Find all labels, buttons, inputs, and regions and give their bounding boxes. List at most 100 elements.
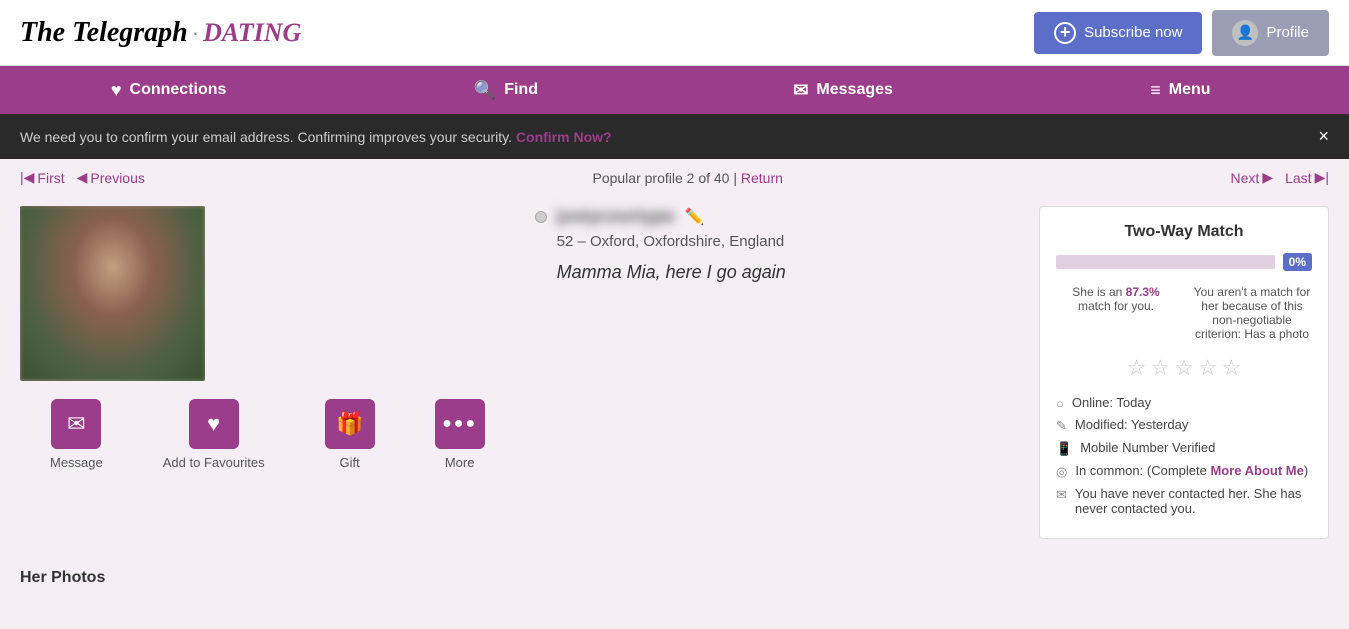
message-button[interactable]: ✉ Message — [20, 391, 133, 478]
close-notification-button[interactable]: × — [1318, 126, 1329, 147]
more-about-me-link[interactable]: More About Me — [1210, 463, 1303, 478]
first-button[interactable]: |◀ First — [20, 169, 65, 186]
match-progress-bar — [1056, 255, 1275, 269]
favourites-label: Add to Favourites — [163, 455, 265, 470]
profile-photo-blur — [20, 206, 205, 381]
contact-text: You have never contacted her. She has ne… — [1075, 486, 1312, 516]
match-desc-row: She is an 87.3% match for you. You aren'… — [1056, 285, 1312, 341]
gift-button[interactable]: 🎁 Gift — [295, 391, 405, 478]
modified-text: Modified: Yesterday — [1075, 417, 1188, 432]
match-desc-left: She is an 87.3% match for you. — [1056, 285, 1176, 341]
pagination-center: Popular profile 2 of 40 | Return — [592, 170, 782, 186]
nav-messages[interactable]: ✉ Messages — [675, 66, 1012, 114]
meta-contact: ✉ You have never contacted her. She has … — [1056, 486, 1312, 516]
star-5[interactable]: ☆ — [1222, 355, 1242, 381]
meta-modified: ✎ Modified: Yesterday — [1056, 417, 1312, 434]
last-chevron-icon: ▶| — [1315, 169, 1329, 186]
logo-dot: · — [192, 20, 199, 46]
more-button[interactable]: ●●● More — [405, 391, 515, 478]
heart-favourites-icon: ♥ — [189, 399, 239, 449]
first-chevron-icon: |◀ — [20, 169, 34, 186]
contact-envelope-icon: ✉ — [1056, 487, 1067, 503]
her-photos-section: Her Photos — [0, 559, 1349, 597]
pagination-left: |◀ First ◀ Previous — [20, 169, 145, 186]
next-chevron-icon: ▶ — [1262, 169, 1273, 186]
main-nav: ♥ Connections 🔍 Find ✉ Messages ≡ Menu — [0, 66, 1349, 114]
incommon-icon: ◎ — [1056, 464, 1067, 480]
match-box: Two-Way Match 0% She is an 87.3% match f… — [1039, 206, 1329, 539]
nav-find-label: Find — [504, 81, 538, 99]
mobile-text: Mobile Number Verified — [1080, 440, 1215, 455]
profile-info-col: justycourtype ✏️ 52 – Oxford, Oxfordshir… — [535, 206, 1019, 539]
online-text: Online: Today — [1072, 395, 1151, 410]
profile-avatar-icon: 👤 — [1232, 20, 1258, 46]
hamburger-icon: ≡ — [1150, 80, 1161, 101]
next-button[interactable]: Next ▶ — [1231, 169, 1274, 186]
her-photos-title: Her Photos — [20, 569, 1329, 587]
logo-dating: DATING — [203, 18, 301, 48]
profile-button[interactable]: 👤 Profile — [1212, 10, 1329, 56]
match-col: Two-Way Match 0% She is an 87.3% match f… — [1039, 206, 1329, 539]
meta-online: ○ Online: Today — [1056, 395, 1312, 411]
action-buttons: ✉ Message ♥ Add to Favourites 🎁 Gift ●●●… — [20, 391, 515, 478]
nav-menu-label: Menu — [1169, 81, 1211, 99]
star-2[interactable]: ☆ — [1150, 355, 1170, 381]
message-icon: ✉ — [51, 399, 101, 449]
profile-photo-col: ✉ Message ♥ Add to Favourites 🎁 Gift ●●●… — [20, 206, 515, 539]
edit-icon[interactable]: ✏️ — [685, 207, 705, 227]
mobile-icon: 📱 — [1056, 441, 1072, 457]
profile-photo[interactable] — [20, 206, 205, 381]
profile-label: Profile — [1266, 24, 1309, 41]
online-indicator — [535, 211, 547, 223]
stars-row: ☆ ☆ ☆ ☆ ☆ — [1056, 355, 1312, 381]
star-4[interactable]: ☆ — [1198, 355, 1218, 381]
meta-list: ○ Online: Today ✎ Modified: Yesterday 📱 … — [1056, 395, 1312, 516]
subscribe-label: Subscribe now — [1084, 24, 1182, 41]
profile-main: ✉ Message ♥ Add to Favourites 🎁 Gift ●●●… — [0, 196, 1349, 559]
gift-label: Gift — [340, 455, 360, 470]
heart-icon: ♥ — [111, 80, 122, 101]
online-circle-icon: ○ — [1056, 396, 1064, 411]
meta-incommon: ◎ In common: (Complete More About Me) — [1056, 463, 1312, 480]
more-label: More — [445, 455, 475, 470]
previous-chevron-icon: ◀ — [77, 169, 88, 186]
gift-icon: 🎁 — [325, 399, 375, 449]
star-1[interactable]: ☆ — [1127, 355, 1147, 381]
nav-menu[interactable]: ≡ Menu — [1012, 66, 1349, 114]
nav-connections-label: Connections — [130, 81, 227, 99]
match-progress-row: 0% — [1056, 253, 1312, 271]
confirm-now-link[interactable]: Confirm Now? — [516, 129, 612, 145]
profile-tagline: Mamma Mia, here I go again — [557, 262, 1019, 283]
notification-bar: We need you to confirm your email addres… — [0, 114, 1349, 159]
header: The Telegraph · DATING + Subscribe now 👤… — [0, 0, 1349, 66]
subscribe-button[interactable]: + Subscribe now — [1034, 12, 1202, 54]
logo: The Telegraph · DATING — [20, 17, 301, 49]
pencil-icon: ✎ — [1056, 418, 1067, 434]
nav-find[interactable]: 🔍 Find — [337, 66, 674, 114]
star-3[interactable]: ☆ — [1174, 355, 1194, 381]
pagination-bar: |◀ First ◀ Previous Popular profile 2 of… — [0, 159, 1349, 196]
match-percent-highlight: 87.3% — [1126, 285, 1160, 299]
last-button[interactable]: Last ▶| — [1285, 169, 1329, 186]
match-title: Two-Way Match — [1056, 223, 1312, 241]
return-link[interactable]: Return — [741, 170, 783, 186]
match-percent-badge: 0% — [1283, 253, 1312, 271]
search-icon: 🔍 — [474, 80, 496, 101]
logo-telegraph: The Telegraph — [20, 17, 188, 49]
profile-name: justycourtype — [557, 206, 675, 227]
nav-connections[interactable]: ♥ Connections — [0, 66, 337, 114]
nav-messages-label: Messages — [816, 81, 893, 99]
more-dots-icon: ●●● — [435, 399, 485, 449]
pagination-right: Next ▶ Last ▶| — [1231, 169, 1329, 186]
notification-text: We need you to confirm your email addres… — [20, 129, 612, 145]
envelope-icon: ✉ — [793, 80, 808, 101]
header-actions: + Subscribe now 👤 Profile — [1034, 10, 1329, 56]
favourites-button[interactable]: ♥ Add to Favourites — [133, 391, 295, 478]
plus-icon: + — [1054, 22, 1076, 44]
previous-button[interactable]: ◀ Previous — [77, 169, 145, 186]
match-desc-right: You aren't a match for her because of th… — [1192, 285, 1312, 341]
profile-location: 52 – Oxford, Oxfordshire, England — [557, 233, 1019, 250]
message-label: Message — [50, 455, 103, 470]
incommon-text: In common: (Complete More About Me) — [1075, 463, 1308, 478]
profile-name-row: justycourtype ✏️ — [535, 206, 1019, 227]
